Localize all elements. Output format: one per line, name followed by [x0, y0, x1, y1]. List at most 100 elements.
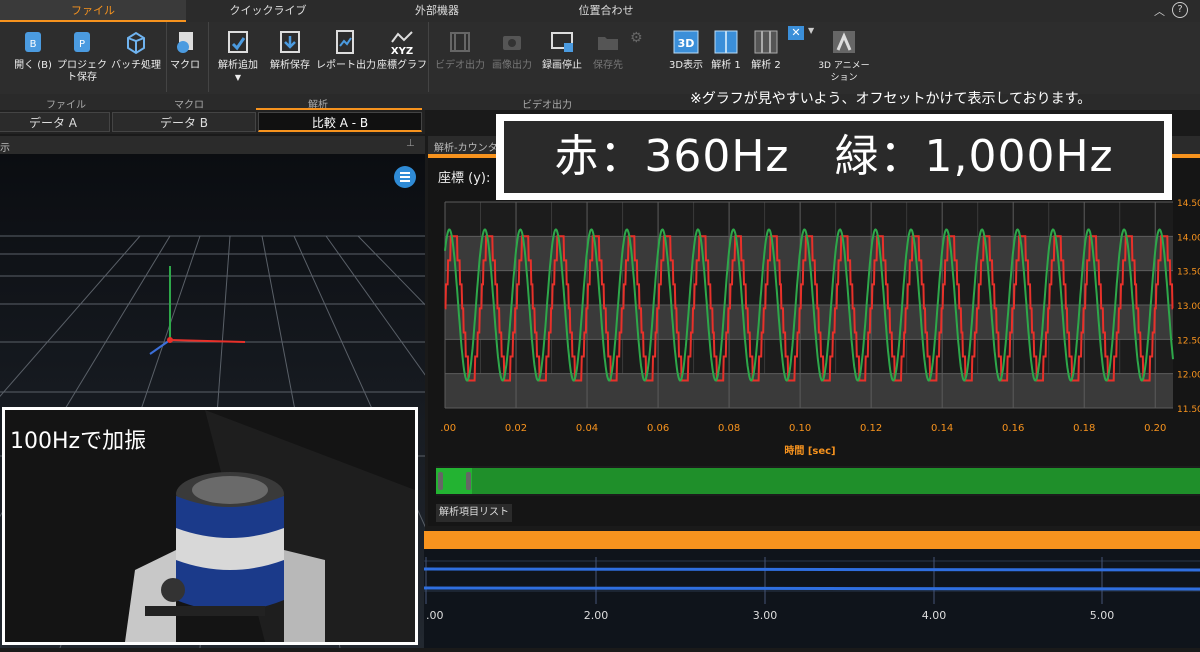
help-icon[interactable]: ?	[1172, 2, 1188, 18]
x-tick-label: 0.18	[1073, 423, 1095, 434]
y-tick-label: 14.00	[1177, 233, 1200, 243]
ribbon-separator	[208, 22, 209, 92]
pin-icon[interactable]: ⊥	[406, 138, 415, 149]
layout-1-icon	[714, 30, 738, 54]
folder-icon	[598, 37, 618, 50]
offset-note: ※グラフが見やすいよう、オフセットかけて表示しております。	[690, 91, 1092, 107]
video-out-label: ビデオ出力	[435, 60, 485, 71]
3d-icon-text: 3D	[678, 37, 695, 50]
tab-data-b[interactable]: データ B	[112, 112, 256, 132]
macro-icon	[177, 32, 193, 53]
coordinate-label: 座標 (y):	[438, 171, 491, 186]
x-tick-label: 0.12	[860, 423, 882, 434]
add-analysis-button[interactable]: 解析追加 ▼	[210, 28, 266, 84]
x-tick-label: 0.16	[1002, 423, 1024, 434]
tab-file[interactable]: ファイル	[0, 0, 186, 22]
y-tick-label: 11.50	[1177, 405, 1200, 415]
add-analysis-label: 解析追加	[218, 60, 258, 71]
3d-panel-header: 示 ⊥	[0, 136, 425, 154]
svg-text:P: P	[79, 39, 85, 50]
add-analysis-icon	[228, 31, 248, 53]
y-tick-label: 12.50	[1177, 336, 1200, 346]
x-tick-label: 0.10	[789, 423, 811, 434]
timeline-scrubber[interactable]	[436, 466, 1200, 496]
x-tick-label: 0.04	[576, 423, 598, 434]
y-tick-label: 12.00	[1177, 371, 1200, 381]
layout-2-label: 解析 2	[751, 60, 781, 71]
x-axis-label: 時間 [sec]	[784, 444, 835, 457]
group-macro: マクロ	[174, 100, 204, 111]
bottom-tick-2: 3.00	[753, 609, 778, 622]
open-button-label: 開く (B)	[14, 60, 52, 71]
batch-button[interactable]: バッチ処理	[108, 28, 164, 72]
analysis-item-list-tab[interactable]: 解析項目リスト	[436, 504, 512, 522]
report-label: レポート出力	[316, 60, 376, 71]
timeline-right-handle[interactable]	[466, 472, 471, 490]
bottom-accent-bar	[424, 531, 1200, 549]
group-file: ファイル	[46, 100, 86, 111]
3d-view-icon: 3D	[673, 30, 699, 54]
bottom-timeline-panel[interactable]: .00 2.00 3.00 4.00 5.00	[423, 549, 1200, 648]
report-button[interactable]: レポート出力	[316, 28, 376, 72]
close-layout-icon[interactable]: ✕	[788, 26, 804, 40]
ribbon-tab-bar: ファイル クイックライブ 外部機器 位置合わせ ︿ ?	[0, 0, 1200, 23]
x-tick-label: 0.20	[1144, 423, 1166, 434]
tab-external-devices[interactable]: 外部機器	[352, 0, 522, 22]
video-out-button[interactable]: ビデオ出力	[432, 28, 488, 72]
partial-button[interactable]: A)	[0, 28, 8, 76]
timeline-left-handle[interactable]	[438, 472, 443, 490]
save-analysis-button[interactable]: 解析保存	[262, 28, 318, 72]
plot-band	[445, 373, 1173, 408]
batch-icon	[127, 31, 145, 55]
xyz-graph-label: 座標グラフ	[377, 60, 427, 71]
open-button[interactable]: B 開く (B)	[8, 28, 58, 72]
gear-icon[interactable]: ⚙	[630, 30, 643, 46]
image-out-button[interactable]: 画像出力	[484, 28, 540, 72]
macro-label: マクロ	[170, 60, 200, 71]
chevron-down-icon[interactable]: ▼	[808, 26, 814, 35]
layout-2-button[interactable]: 解析 2	[740, 28, 792, 72]
3d-panel-title: 示	[0, 143, 10, 154]
save-analysis-label: 解析保存	[270, 60, 310, 71]
project-save-icon: P	[74, 32, 90, 52]
tab-quick-live[interactable]: クイックライブ	[188, 0, 348, 22]
tab-compare-a-b[interactable]: 比較 A - B	[258, 112, 422, 132]
record-stop-icon	[551, 32, 573, 52]
xyz-graph-button[interactable]: XYZ 座標グラフ	[374, 28, 430, 72]
ribbon-separator	[166, 22, 167, 92]
3d-animation-icon	[833, 31, 855, 53]
chevron-up-icon[interactable]: ︿	[1154, 3, 1165, 19]
time-series-chart[interactable]: 0.00 0.02 0.04 0.06 0.08 0.10 0.12 0.14 0.16 0.18…	[440, 190, 1200, 460]
ribbon-separator	[428, 22, 429, 92]
list-menu-icon[interactable]	[394, 166, 416, 188]
xyz-graph-icon: XYZ	[391, 31, 413, 56]
bottom-tick-0: .00	[426, 609, 444, 622]
bottom-timeline-graph: .00 2.00 3.00 4.00 5.00	[423, 557, 1200, 622]
3d-animation-button[interactable]: 3D アニメーション	[816, 28, 872, 84]
save-destination-button[interactable]: 保存先	[580, 28, 636, 72]
bottom-tick-1: 2.00	[584, 609, 609, 622]
group-video-output: ビデオ出力	[522, 100, 572, 111]
tab-data-a[interactable]: データ A	[0, 112, 110, 132]
chevron-down-icon[interactable]: ▼	[210, 72, 266, 84]
y-tick-label: 14.50	[1177, 199, 1200, 209]
x-tick-label: 0.00	[440, 423, 456, 434]
image-out-label: 画像出力	[492, 60, 532, 71]
report-icon	[336, 30, 354, 54]
macro-button[interactable]: マクロ	[162, 28, 208, 72]
bottom-tick-3: 4.00	[922, 609, 947, 622]
batch-label: バッチ処理	[111, 60, 161, 71]
x-tick-label: 0.02	[505, 423, 527, 434]
partial-button-label: A)	[0, 64, 8, 76]
xyz-icon-text: XYZ	[391, 46, 413, 56]
save-destination-label: 保存先	[593, 60, 623, 71]
project-save-button[interactable]: P プロジェクト保存	[54, 28, 110, 84]
video-out-icon	[450, 32, 470, 52]
tab-alignment[interactable]: 位置合わせ	[526, 0, 686, 22]
3d-animation-label: 3D アニメーション	[818, 61, 870, 83]
open-icon: B	[25, 32, 41, 52]
data-tab-strip: データ A データ B 比較 A - B	[0, 110, 425, 134]
excitation-label: 100Hzで加振	[10, 429, 147, 454]
svg-text:B: B	[30, 39, 37, 50]
y-tick-label: 13.00	[1177, 302, 1200, 312]
